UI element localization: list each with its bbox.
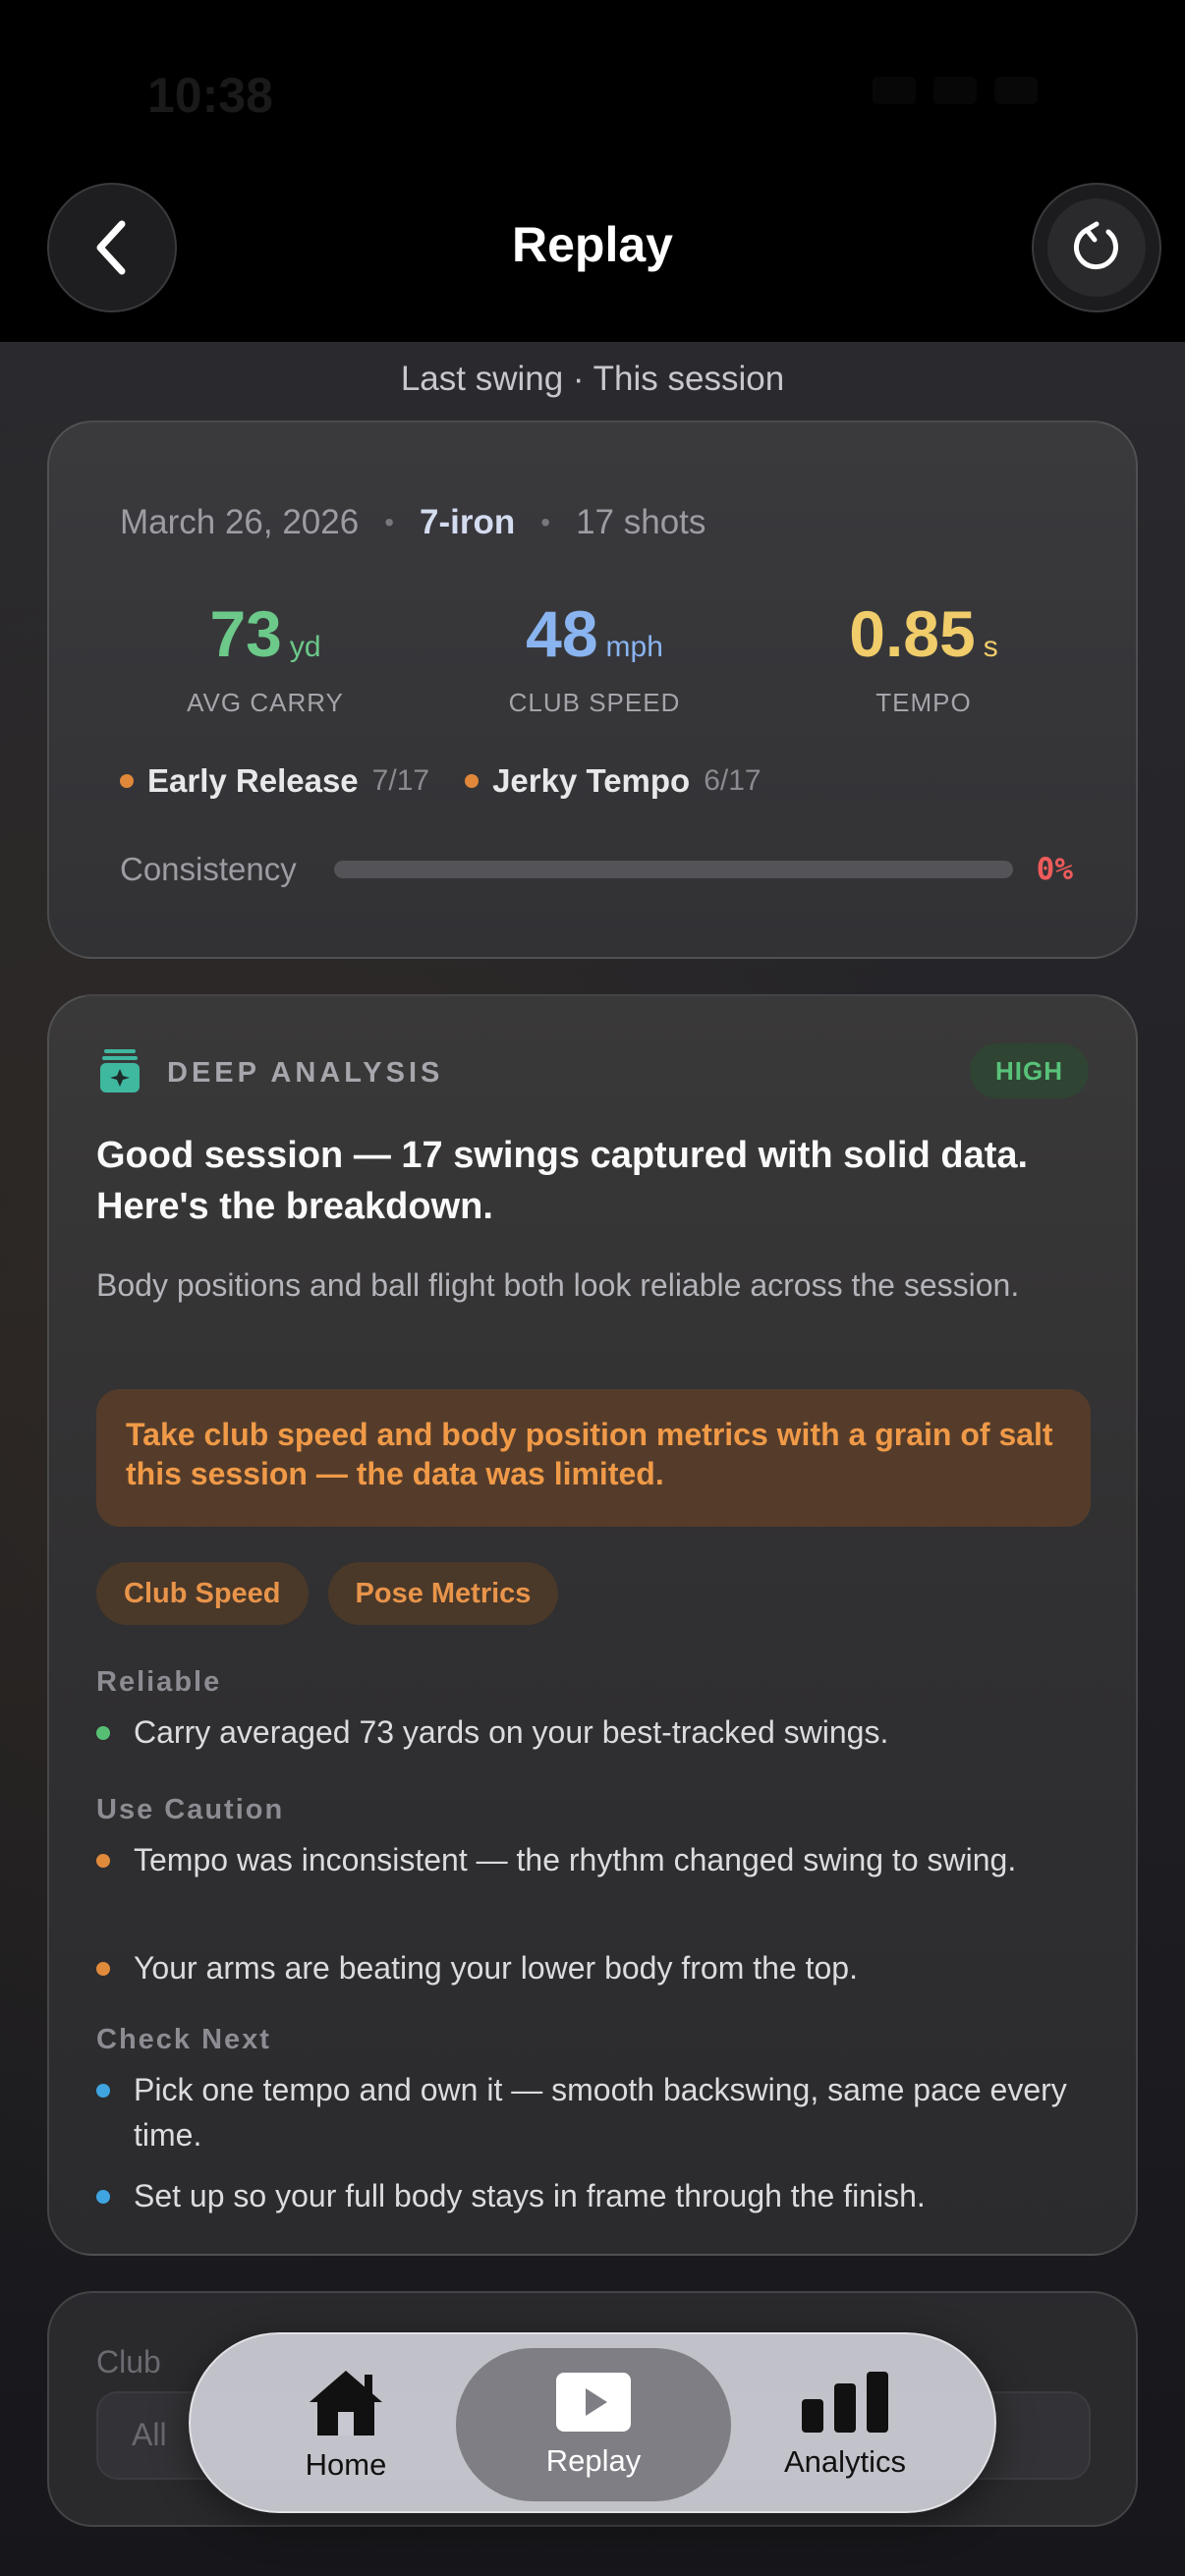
page-title: Replay — [512, 217, 673, 272]
fault-name: Early Release — [147, 762, 359, 799]
consistency-label: Consistency — [120, 851, 297, 887]
stat-label: TEMPO — [875, 688, 972, 717]
fault-dot — [120, 774, 134, 788]
tab-label: Home — [305, 2447, 387, 2482]
list-item: Tempo was inconsistent — the rhythm chan… — [96, 1837, 1040, 1882]
session-shots: 17 shots — [576, 503, 706, 541]
section-reliable-title: Reliable — [96, 1666, 222, 1698]
session-club: 7-iron — [420, 503, 516, 541]
stat-tempo: 0.85 s TEMPO — [766, 601, 1081, 718]
bar-chart-icon — [802, 2372, 888, 2433]
chip-club-speed[interactable]: Club Speed — [96, 1562, 309, 1625]
analysis-body: Body positions and ball flight both look… — [96, 1267, 1020, 1303]
fault-list: Early Release 7/17 Jerky Tempo 6/17 — [120, 762, 797, 800]
stat-label: CLUB SPEED — [508, 688, 681, 717]
fault-dot — [465, 774, 480, 788]
separator-dot: • — [540, 507, 551, 537]
list-item-text: Your arms are beating your lower body fr… — [134, 1950, 858, 1986]
stat-unit: yd — [289, 631, 321, 663]
bullet-dot — [96, 1962, 110, 1976]
analysis-headline: Good session — 17 swings captured with s… — [96, 1135, 1029, 1227]
analysis-title: DEEP ANALYSIS — [167, 1057, 444, 1089]
fault-jerky-tempo: Jerky Tempo 6/17 — [465, 762, 762, 800]
separator-dot: • — [384, 507, 395, 537]
list-item: Pick one tempo and own it — smooth backs… — [96, 2067, 1118, 2157]
bullet-dot — [96, 1854, 110, 1868]
stat-avg-carry: 73 yd AVG CARRY — [108, 601, 423, 718]
data-warning: Take club speed and body position metric… — [96, 1389, 1091, 1527]
tab-analytics[interactable]: Analytics — [707, 2348, 983, 2501]
fault-count: 6/17 — [704, 764, 762, 797]
stat-unit: mph — [605, 631, 663, 663]
stat-value: 0.85 — [849, 597, 976, 670]
stat-value: 73 — [209, 597, 282, 670]
home-icon — [310, 2371, 382, 2436]
section-next-title: Check Next — [96, 2024, 271, 2055]
tab-bar: Home Replay Analytics — [189, 2332, 996, 2513]
session-meta: March 26, 2026 • 7-iron • 17 shots — [120, 503, 705, 542]
refresh-icon — [1074, 221, 1118, 270]
stat-unit: s — [983, 631, 998, 663]
list-item: Set up so your full body stays in frame … — [96, 2173, 1118, 2218]
status-time: 10:38 — [147, 68, 273, 123]
session-subtitle: Last swing · This session — [400, 360, 785, 398]
session-date: March 26, 2026 — [120, 503, 360, 541]
bullet-dot — [96, 2190, 110, 2204]
stat-club-speed: 48 mph CLUB SPEED — [437, 601, 752, 718]
refresh-button[interactable] — [1032, 183, 1161, 312]
tab-label: Analytics — [783, 2444, 907, 2479]
list-item-text: Pick one tempo and own it — smooth backs… — [134, 2072, 1067, 2153]
club-filter-label: Club — [96, 2344, 161, 2380]
play-icon — [556, 2373, 631, 2432]
list-item-text: Carry averaged 73 yards on your best-tra… — [134, 1714, 889, 1750]
session-summary-card[interactable]: March 26, 2026 • 7-iron • 17 shots 73 yd … — [47, 420, 1138, 959]
analysis-sparkle-icon — [100, 1049, 140, 1092]
tab-home[interactable]: Home — [208, 2348, 483, 2501]
fault-name: Jerky Tempo — [492, 762, 691, 799]
list-item-text: Tempo was inconsistent — the rhythm chan… — [134, 1842, 1017, 1877]
list-item: Your arms are beating your lower body fr… — [96, 1945, 1118, 1990]
stat-value: 48 — [526, 597, 598, 670]
top-bar: 10:38 Replay — [0, 0, 1185, 342]
tab-replay[interactable]: Replay — [456, 2348, 731, 2501]
list-item: Carry averaged 73 yards on your best-tra… — [96, 1709, 1118, 1755]
confidence-badge: HIGH — [970, 1043, 1089, 1098]
consistency-bar — [334, 861, 1013, 878]
club-filter-value: All — [132, 2417, 167, 2452]
list-item-text: Set up so your full body stays in frame … — [134, 2178, 926, 2213]
consistency-row: Consistency 0% — [120, 851, 1073, 888]
fault-early-release: Early Release 7/17 — [120, 762, 429, 800]
section-caution-title: Use Caution — [96, 1794, 285, 1825]
status-icons — [873, 77, 1038, 104]
fault-count: 7/17 — [371, 764, 430, 797]
consistency-value: 0% — [1036, 852, 1073, 887]
tab-label: Replay — [545, 2443, 642, 2478]
stat-label: AVG CARRY — [187, 688, 344, 717]
deep-analysis-card: DEEP ANALYSIS HIGH Good session — 17 swi… — [47, 994, 1138, 2256]
limited-metrics-chips: Club Speed Pose Metrics — [96, 1562, 559, 1625]
chip-pose-metrics[interactable]: Pose Metrics — [327, 1562, 559, 1625]
bullet-dot — [96, 2084, 110, 2098]
bullet-dot — [96, 1726, 110, 1740]
